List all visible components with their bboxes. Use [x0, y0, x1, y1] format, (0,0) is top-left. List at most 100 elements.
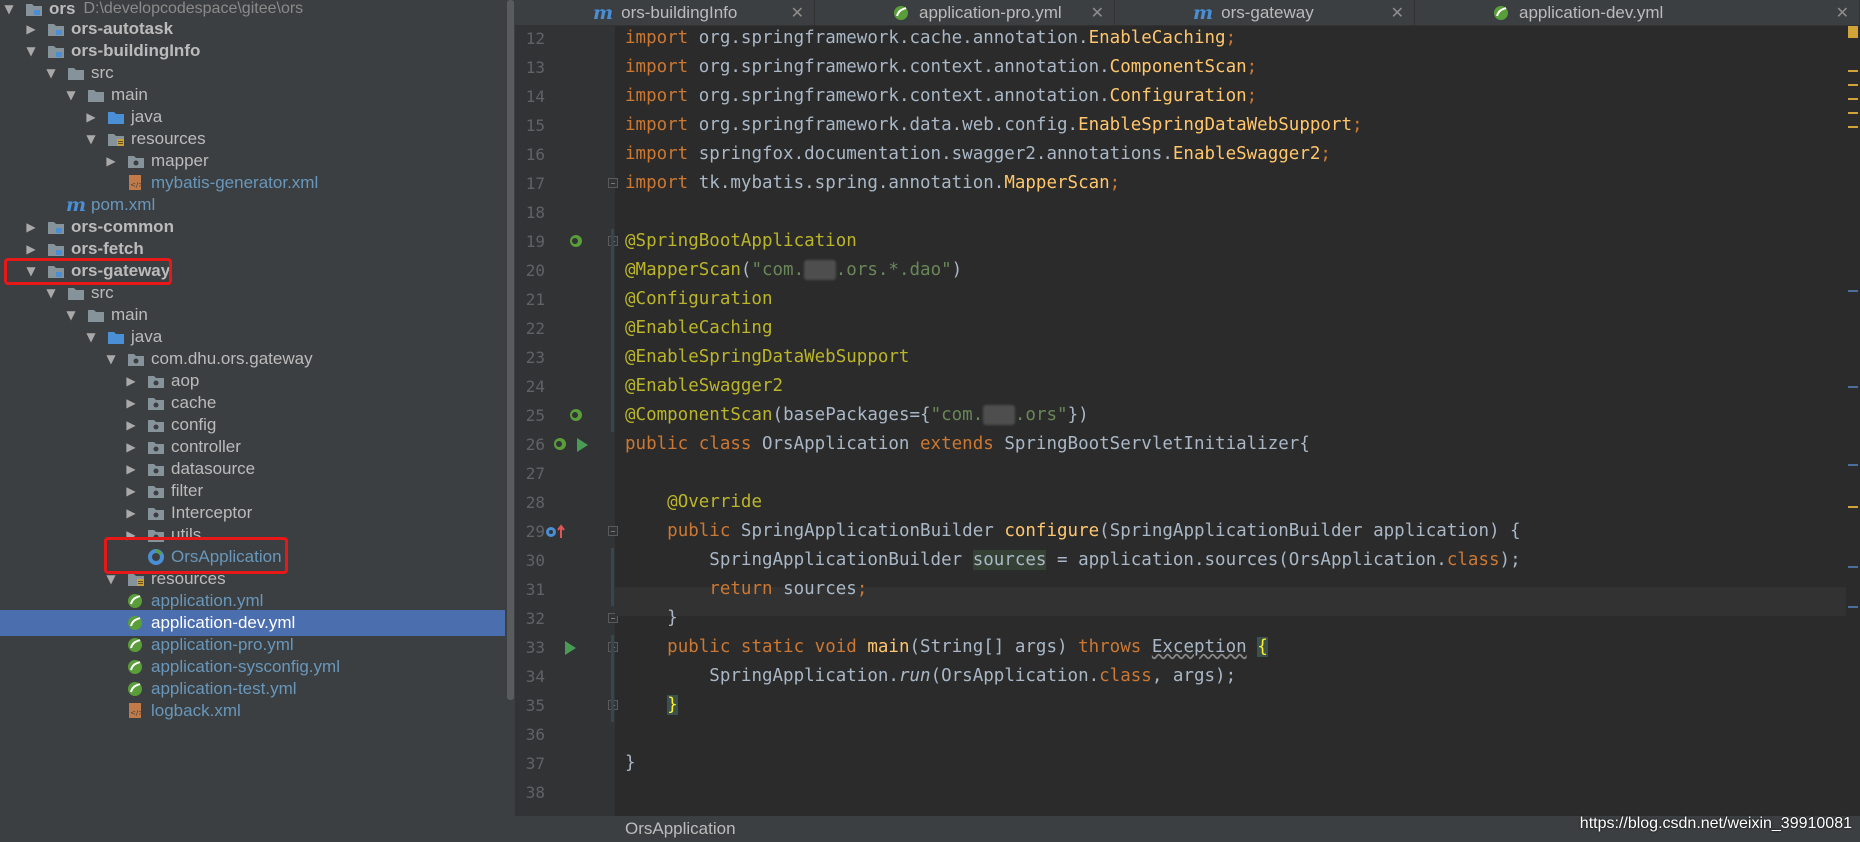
editor-gutter[interactable]: 12 13 14 15 16 17 18 19 20 21 22 23 24 25 26 27 28 29 30 31…: [515, 26, 618, 816]
line-number[interactable]: 16: [515, 140, 545, 169]
code-token: (: [740, 260, 752, 280]
line-number[interactable]: 31: [515, 575, 545, 604]
line-number[interactable]: 19: [515, 227, 545, 256]
line-number[interactable]: 20: [515, 256, 545, 285]
breadcrumb-file-name[interactable]: OrsApplication: [625, 819, 736, 839]
stripe-marker[interactable]: [1848, 112, 1858, 114]
close-icon[interactable]: ✕: [1091, 3, 1104, 23]
project-tree[interactable]: ▼ ors D:\developcodespace\gitee\ors ▶ ors…: [0, 0, 515, 842]
line-number[interactable]: 23: [515, 343, 545, 372]
editor-tab[interactable]: m ors-buildingInfo ✕: [515, 0, 815, 26]
line-number[interactable]: 34: [515, 662, 545, 691]
line-number[interactable]: 28: [515, 488, 545, 517]
override-method-icon[interactable]: [545, 524, 567, 544]
code-editor[interactable]: 12 13 14 15 16 17 18 19 20 21 22 23 24 25 26 27 28 29 30 31…: [515, 26, 1860, 816]
stripe-marker[interactable]: [1848, 98, 1858, 100]
line-number[interactable]: 21: [515, 285, 545, 314]
code-line[interactable]: @Configuration: [625, 285, 773, 314]
code-line[interactable]: import springfox.documentation.swagger2.…: [625, 140, 1331, 169]
line-number[interactable]: 35: [515, 691, 545, 720]
spring-bean-icon[interactable]: [553, 437, 569, 457]
line-number[interactable]: 27: [515, 459, 545, 488]
tree-item-label: aop: [171, 371, 200, 390]
line-number[interactable]: 25: [515, 401, 545, 430]
line-number[interactable]: 30: [515, 546, 545, 575]
editor-tab-bar: m ors-buildingInfo ✕ application-pro.yml ✕ m o…: [515, 0, 1860, 26]
line-number[interactable]: 29: [515, 517, 545, 546]
stripe-marker[interactable]: [1848, 84, 1858, 86]
xml-file-icon: </>: [126, 698, 146, 724]
tree-item-label: config: [171, 415, 217, 434]
spring-bean-icon[interactable]: [569, 234, 585, 254]
line-number[interactable]: 22: [515, 314, 545, 343]
line-number[interactable]: 13: [515, 53, 545, 82]
code-line[interactable]: @Override: [625, 488, 762, 517]
vcs-change-marker[interactable]: [611, 635, 614, 722]
stripe-marker[interactable]: [1848, 464, 1858, 466]
line-number[interactable]: 37: [515, 749, 545, 778]
vcs-change-marker[interactable]: [611, 229, 614, 432]
line-number[interactable]: 32: [515, 604, 545, 633]
code-line[interactable]: @ComponentScan(basePackages={"com.xxx.or…: [625, 401, 1089, 430]
code-token: @SpringBootApplication: [625, 231, 857, 251]
stripe-marker[interactable]: [1848, 290, 1858, 292]
close-icon[interactable]: ✕: [791, 3, 804, 23]
tree-scrollbar[interactable]: [505, 0, 515, 842]
stripe-marker[interactable]: [1848, 566, 1858, 568]
line-number[interactable]: 26: [515, 430, 545, 459]
line-number[interactable]: 38: [515, 778, 545, 807]
line-number[interactable]: 33: [515, 633, 545, 662]
code-line[interactable]: public static void main(String[] args) t…: [625, 633, 1268, 662]
stripe-marker[interactable]: [1848, 126, 1858, 128]
close-icon[interactable]: ✕: [1836, 3, 1849, 23]
stripe-marker[interactable]: [1848, 506, 1858, 508]
stripe-marker[interactable]: [1848, 386, 1858, 388]
stripe-marker[interactable]: [1848, 606, 1858, 608]
code-line[interactable]: @SpringBootApplication: [625, 227, 857, 256]
line-number[interactable]: 36: [515, 720, 545, 749]
fold-marker-icon[interactable]: [608, 178, 618, 188]
line-number[interactable]: 15: [515, 111, 545, 140]
editor-tab[interactable]: application-dev.yml ✕: [1415, 0, 1860, 26]
close-icon[interactable]: ✕: [1391, 3, 1404, 23]
line-number[interactable]: 14: [515, 82, 545, 111]
line-number[interactable]: 24: [515, 372, 545, 401]
editor-tab[interactable]: m ors-gateway ✕: [1115, 0, 1415, 26]
tree-item-label: java: [131, 107, 163, 126]
tree-item[interactable]: ▶</>logback.xml: [0, 698, 505, 724]
fold-marker-icon[interactable]: [608, 526, 618, 536]
editor-tab[interactable]: application-pro.yml ✕: [815, 0, 1115, 26]
code-line[interactable]: @EnableCaching: [625, 314, 773, 343]
code-line[interactable]: }: [625, 604, 678, 633]
code-line[interactable]: public SpringApplicationBuilder configur…: [625, 517, 1520, 546]
spring-bean-icon[interactable]: [569, 408, 585, 428]
code-line[interactable]: @MapperScan("com.xxx.ors.*.dao"): [625, 256, 962, 285]
run-icon[interactable]: [575, 437, 589, 457]
code-line[interactable]: public class OrsApplication extends Spri…: [625, 430, 1310, 459]
tree-scrollbar-thumb[interactable]: [507, 0, 514, 700]
vcs-change-marker[interactable]: [611, 548, 614, 606]
code-line[interactable]: SpringApplication.run(OrsApplication.cla…: [625, 662, 1236, 691]
code-line[interactable]: import org.springframework.context.annot…: [625, 53, 1257, 82]
run-icon[interactable]: [563, 640, 577, 660]
code-line[interactable]: import tk.mybatis.spring.annotation.Mapp…: [625, 169, 1120, 198]
code-line[interactable]: SpringApplicationBuilder sources = appli…: [625, 546, 1521, 575]
code-line[interactable]: import org.springframework.cache.annotat…: [625, 26, 1236, 53]
code-token: (: [772, 405, 784, 425]
inspection-status-icon[interactable]: [1848, 26, 1858, 38]
code-line[interactable]: return sources;: [625, 575, 867, 604]
line-number[interactable]: 12: [515, 26, 545, 53]
code-token: ;: [1225, 28, 1237, 48]
code-line[interactable]: @EnableSpringDataWebSupport: [625, 343, 909, 372]
code-line[interactable]: }: [625, 749, 636, 778]
code-line[interactable]: @EnableSwagger2: [625, 372, 783, 401]
line-number[interactable]: 17: [515, 169, 545, 198]
line-number[interactable]: 18: [515, 198, 545, 227]
tree-item-label: mybatis-generator.xml: [151, 173, 319, 192]
error-stripe[interactable]: [1846, 26, 1860, 816]
stripe-marker[interactable]: [1848, 70, 1858, 72]
code-line[interactable]: import org.springframework.data.web.conf…: [625, 111, 1363, 140]
code-line[interactable]: }: [625, 691, 678, 720]
code-line[interactable]: import org.springframework.context.annot…: [625, 82, 1257, 111]
